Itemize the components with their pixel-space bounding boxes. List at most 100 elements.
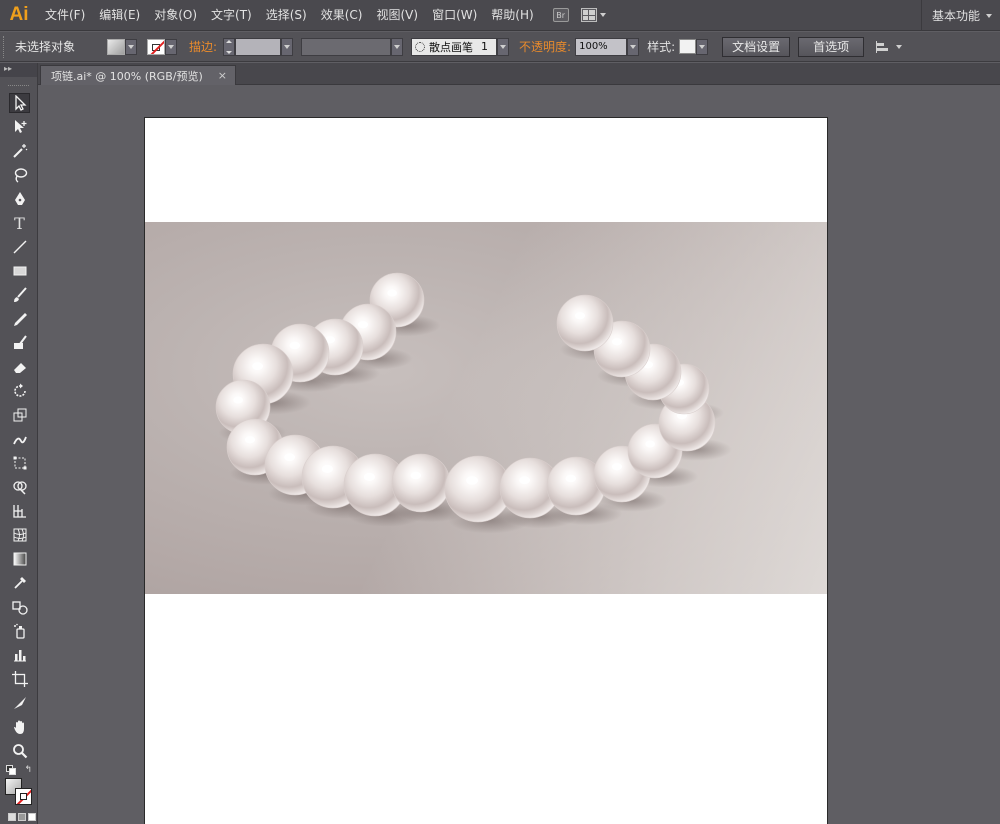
style-label: 样式: (647, 40, 676, 54)
stepper-down-icon[interactable] (226, 50, 233, 54)
rotate-tool[interactable] (9, 381, 30, 401)
stroke-label[interactable]: 描边: (189, 38, 217, 55)
close-icon[interactable]: × (218, 69, 227, 82)
pen-tool[interactable] (9, 189, 30, 209)
column-graph-tool[interactable] (9, 645, 30, 665)
symbol-sprayer-tool[interactable] (9, 621, 30, 641)
hand-tool[interactable] (9, 717, 30, 737)
chevron-down-icon (896, 44, 903, 49)
pencil-tool[interactable] (9, 309, 30, 329)
bridge-icon[interactable]: Br (552, 8, 569, 22)
none-mode-icon[interactable] (28, 813, 36, 821)
menu-select[interactable]: 选择(S) (259, 0, 314, 31)
menu-window[interactable]: 窗口(W) (425, 0, 484, 31)
stepper-up-icon[interactable] (226, 39, 233, 43)
slice-tool[interactable] (9, 693, 30, 713)
profile-dropdown[interactable] (391, 37, 404, 56)
stroke-weight-stepper[interactable] (223, 37, 236, 56)
menu-help[interactable]: 帮助(H) (484, 0, 540, 31)
stroke-weight-input[interactable] (235, 37, 282, 56)
stroke-indicator[interactable] (15, 788, 32, 805)
stroke-weight-dropdown[interactable] (281, 37, 294, 56)
selection-status: 未选择对象 (15, 40, 76, 54)
hand-icon (13, 720, 24, 734)
panel-grip[interactable] (3, 35, 9, 58)
menu-edit[interactable]: 编辑(E) (92, 0, 147, 31)
graphic-style-dropdown[interactable] (679, 38, 709, 55)
eyedropper-tool[interactable] (9, 573, 30, 593)
chevron-down-icon (394, 44, 401, 49)
shape-builder-tool[interactable] (9, 477, 30, 497)
gradient-mode-icon[interactable] (18, 813, 26, 821)
document-tab-title: 项链.ai* @ 100% (RGB/预览) (51, 69, 203, 83)
lasso-tool[interactable] (9, 165, 30, 185)
knife-icon (13, 697, 26, 709)
graphic-style-swatch[interactable] (679, 39, 697, 54)
paintbrush-tool[interactable] (9, 285, 30, 305)
opacity-dropdown[interactable] (627, 37, 640, 56)
artboard-tool[interactable] (9, 669, 30, 689)
menu-type[interactable]: 文字(T) (204, 0, 259, 31)
scale-tool[interactable] (9, 405, 30, 425)
panel-grip[interactable] (8, 80, 29, 86)
preferences-button[interactable]: 首选项 (798, 36, 865, 57)
tools-panel: ▸▸ T ↰ (0, 63, 38, 824)
menu-file[interactable]: 文件(F) (38, 0, 92, 31)
menu-view[interactable]: 视图(V) (369, 0, 425, 31)
mesh-tool[interactable] (9, 525, 30, 545)
direct-selection-tool[interactable] (9, 117, 30, 137)
zoom-tool[interactable] (9, 741, 30, 761)
control-panel-menu[interactable] (876, 40, 903, 53)
menu-effect[interactable]: 效果(C) (314, 0, 370, 31)
dropdown-button[interactable] (125, 38, 137, 55)
gradient-tool[interactable] (9, 549, 30, 569)
rotate-icon (13, 383, 26, 397)
color-mode-icon[interactable] (8, 813, 16, 821)
opacity-input[interactable]: 100% (575, 37, 628, 56)
fill-swatch[interactable] (107, 38, 125, 55)
brush-dropdown[interactable] (497, 37, 510, 56)
free-transform-tool[interactable] (9, 453, 30, 473)
fill-stroke-indicator[interactable] (5, 778, 33, 806)
eraser-tool[interactable] (9, 357, 30, 377)
blob-brush-tool[interactable] (9, 333, 30, 353)
artboard[interactable] (144, 117, 828, 824)
eraser-icon (13, 363, 26, 373)
warp-tool[interactable] (9, 429, 30, 449)
control-bar: 未选择对象 描边: 散点画笔 1 不透明度: 100% 样式: 文档设置 首选项 (0, 32, 1000, 62)
blend-tool[interactable] (9, 597, 30, 617)
brush-size: 1 (481, 40, 489, 53)
pearl-necklace-artwork[interactable] (145, 222, 827, 594)
arrange-documents-button[interactable] (580, 8, 606, 22)
dropdown-button[interactable] (696, 38, 709, 55)
document-tab[interactable]: 项链.ai* @ 100% (RGB/预览) × (40, 65, 236, 85)
brush-definition[interactable]: 散点画笔 1 (411, 37, 498, 56)
pearl-necklace-illustration (215, 272, 732, 534)
line-tool[interactable] (9, 237, 30, 257)
blend-icon (11, 601, 28, 615)
menu-object[interactable]: 对象(O) (147, 0, 204, 31)
rectangle-tool[interactable] (9, 261, 30, 281)
variable-width-profile[interactable] (301, 37, 392, 56)
canvas-area[interactable] (38, 86, 1000, 824)
swap-colors-icon[interactable]: ↰ (24, 765, 32, 775)
workspace-switcher[interactable]: 基本功能 (920, 0, 1000, 31)
warp-icon (12, 436, 27, 445)
collapse-panel-icon[interactable]: ▸▸ (0, 63, 37, 77)
magic-wand-tool[interactable] (9, 141, 30, 161)
document-setup-button[interactable]: 文档设置 (722, 36, 791, 57)
color-mode-buttons[interactable] (8, 813, 36, 821)
type-tool[interactable]: T (9, 213, 30, 233)
default-colors-control[interactable]: ↰ (6, 765, 32, 775)
perspective-grid-tool[interactable] (9, 501, 30, 521)
chevron-down-icon (630, 44, 637, 49)
workspace-label: 基本功能 (931, 9, 980, 23)
chevron-down-icon (128, 44, 134, 49)
dropdown-button[interactable] (165, 38, 177, 55)
selection-tool[interactable] (9, 93, 30, 113)
opacity-label[interactable]: 不透明度: (519, 38, 571, 55)
brush-name: 散点画笔 (429, 40, 474, 54)
fill-color-dropdown[interactable] (107, 38, 137, 55)
stroke-color-dropdown[interactable] (147, 38, 177, 55)
stroke-none-swatch[interactable] (147, 38, 165, 55)
